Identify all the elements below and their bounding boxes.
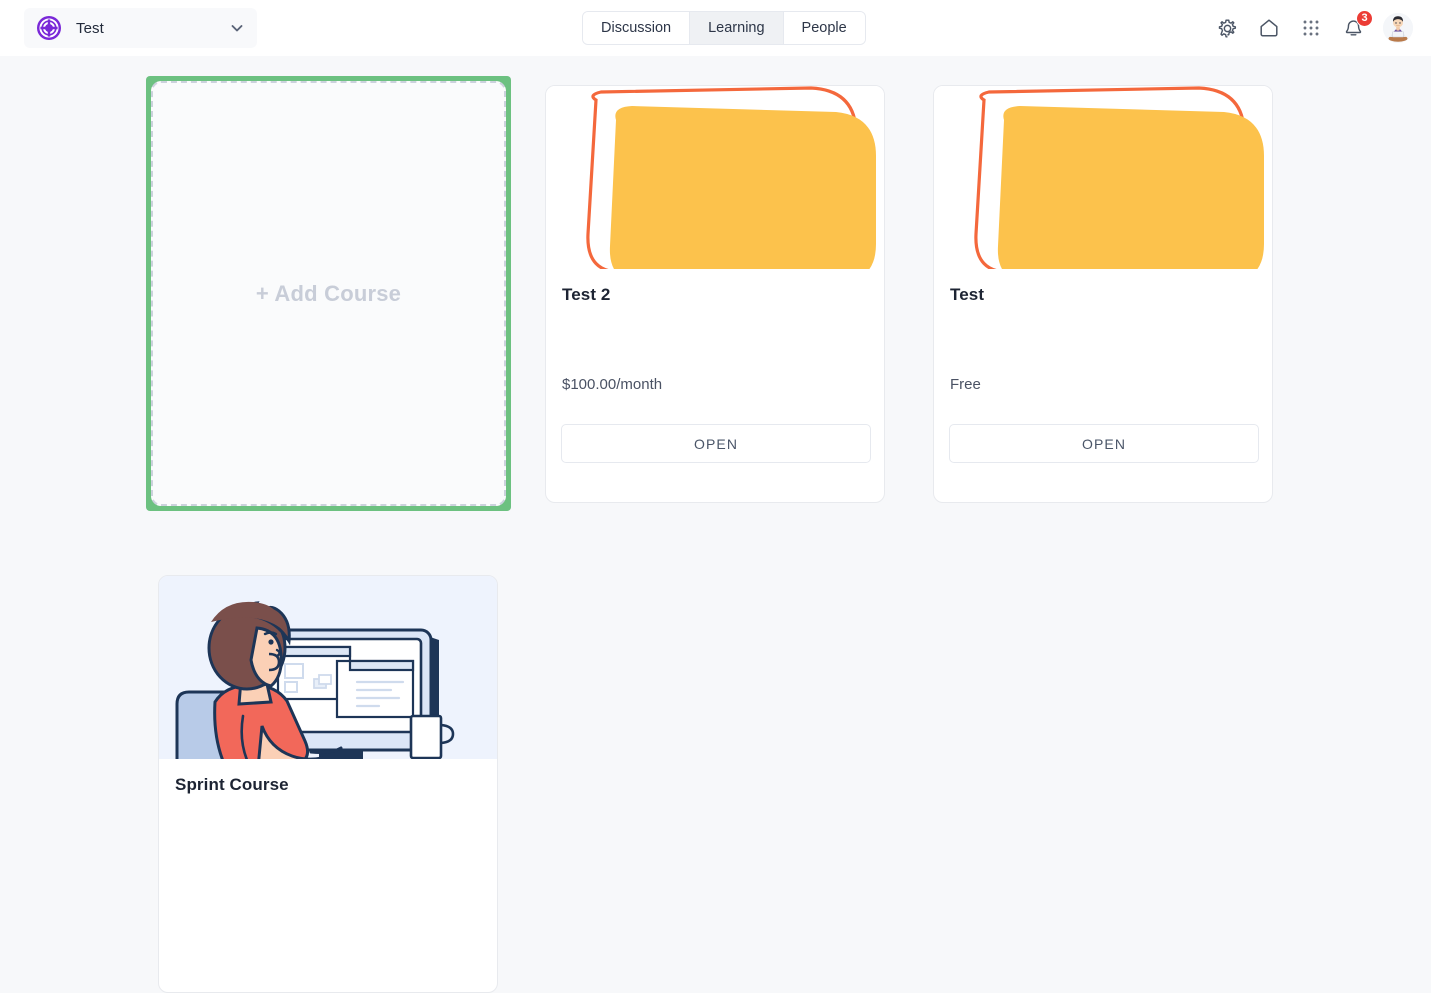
workspace-selector[interactable]: Test [24, 8, 257, 48]
header-actions: 3 [1213, 0, 1413, 56]
course-open-button[interactable]: OPEN [949, 424, 1259, 463]
course-card-test-2[interactable]: Test 2 $100.00/month OPEN [545, 85, 885, 503]
avatar[interactable] [1383, 13, 1413, 43]
course-card-test[interactable]: Test Free OPEN [933, 85, 1273, 503]
workspace-name: Test [76, 19, 104, 37]
section-tabs: Discussion Learning People [582, 11, 866, 45]
notification-badge: 3 [1356, 10, 1373, 27]
course-thumbnail-abstract [934, 86, 1272, 269]
course-body: Test 2 $100.00/month OPEN [546, 269, 884, 502]
add-course-label: + Add Course [255, 280, 402, 306]
gear-icon[interactable] [1213, 14, 1241, 42]
chevron-down-icon[interactable] [229, 20, 245, 36]
course-card-sprint-course[interactable]: Sprint Course [158, 575, 498, 993]
tab-people-label: People [801, 20, 847, 36]
course-thumbnail-abstract [546, 86, 884, 269]
tab-learning[interactable]: Learning [690, 12, 784, 44]
course-title: Test [950, 285, 985, 304]
grid-apps-icon[interactable] [1297, 14, 1325, 42]
course-body: Sprint Course [159, 759, 497, 992]
tab-discussion[interactable]: Discussion [583, 12, 691, 44]
home-icon[interactable] [1255, 14, 1283, 42]
course-grid: + Add Course Test 2 $100.00/month OPEN T… [0, 56, 1431, 993]
bell-icon[interactable]: 3 [1339, 10, 1373, 42]
course-price: Free [950, 376, 981, 393]
course-body: Test Free OPEN [934, 269, 1272, 502]
course-title: Test 2 [562, 285, 611, 304]
course-price: $100.00/month [562, 376, 663, 393]
course-thumbnail-illustration [159, 576, 497, 759]
tab-discussion-label: Discussion [601, 20, 672, 36]
top-bar: Test Discussion Learning People 3 [0, 0, 1431, 56]
course-open-button[interactable]: OPEN [561, 424, 871, 463]
add-course-dropzone[interactable]: + Add Course [151, 81, 506, 506]
tab-people[interactable]: People [783, 12, 865, 44]
add-course-card[interactable]: + Add Course [146, 76, 511, 511]
tab-learning-label: Learning [708, 20, 765, 36]
target-logo-icon [36, 15, 62, 41]
course-title: Sprint Course [175, 775, 289, 794]
